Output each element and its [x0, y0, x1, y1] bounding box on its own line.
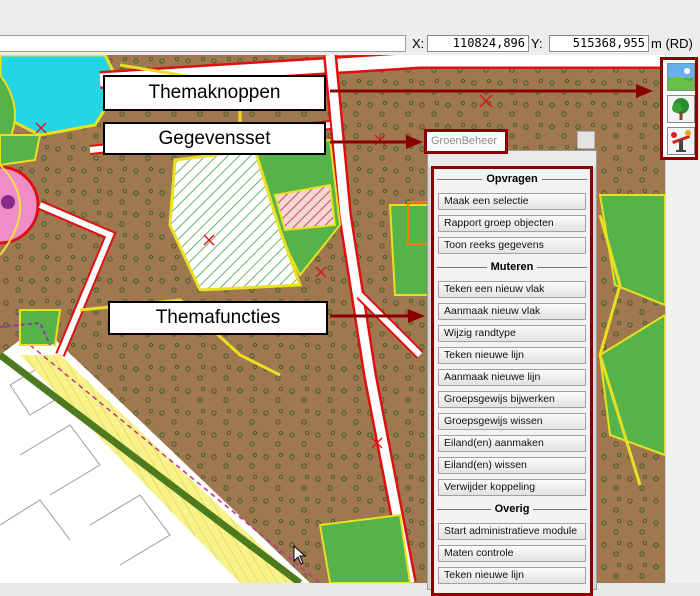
btn-groepsgewijs-wissen[interactable]: Groepsgewijs wissen — [438, 413, 586, 430]
status-strip — [0, 35, 406, 52]
theme-button-playground[interactable] — [667, 127, 695, 155]
section-title: Muteren — [486, 261, 538, 273]
btn-aanmaak-nieuw-vlak[interactable]: Aanmaak nieuw vlak — [438, 303, 586, 320]
btn-teken-nieuwe-lijn[interactable]: Teken nieuwe lijn — [438, 347, 586, 364]
callout-themafuncties: Themafuncties — [108, 301, 328, 335]
callout-gegevensset: Gegevensset — [103, 122, 326, 155]
btn-eilanden-aanmaken[interactable]: Eiland(en) aanmaken — [438, 435, 586, 452]
coord-unit-label: m (RD) — [651, 36, 693, 51]
theme-functions-panel: Opvragen Maak een selectie Rapport groep… — [431, 166, 593, 596]
btn-maten-controle[interactable]: Maten controle — [438, 545, 586, 562]
section-muteren: Muteren — [437, 259, 587, 275]
callout-themaknoppen: Themaknoppen — [103, 75, 326, 111]
panel-close-button[interactable] — [577, 131, 595, 149]
y-coord-label: Y: — [531, 36, 543, 51]
btn-teken-een-nieuw-vlak[interactable]: Teken een nieuw vlak — [438, 281, 586, 298]
btn-toon-reeks-gegevens[interactable]: Toon reeks gegevens — [438, 237, 586, 254]
btn-aanmaak-nieuwe-lijn[interactable]: Aanmaak nieuwe lijn — [438, 369, 586, 386]
x-coord-field: 110824,896 — [427, 35, 529, 52]
mouse-cursor-icon — [293, 545, 307, 565]
theme-button-landscape[interactable] — [667, 63, 695, 91]
landscape-icon — [668, 64, 694, 90]
theme-buttons-group — [660, 57, 698, 160]
dataset-selector[interactable]: GroenBeheer — [424, 129, 508, 154]
section-overig: Overig — [437, 501, 587, 517]
tree-icon — [668, 96, 694, 122]
btn-teken-nieuwe-lijn-2[interactable]: Teken nieuwe lijn — [438, 567, 586, 584]
btn-groepsgewijs-bijwerken[interactable]: Groepsgewijs bijwerken — [438, 391, 586, 408]
btn-maak-een-selectie[interactable]: Maak een selectie — [438, 193, 586, 210]
btn-verwijder-koppeling[interactable]: Verwijder koppeling — [438, 479, 586, 496]
section-title: Opvragen — [482, 173, 542, 185]
theme-button-tree[interactable] — [667, 95, 695, 123]
y-coord-field: 515368,955 — [549, 35, 649, 52]
x-coord-label: X: — [412, 36, 425, 51]
playground-icon — [668, 128, 694, 154]
btn-eilanden-wissen[interactable]: Eiland(en) wissen — [438, 457, 586, 474]
btn-rapport-groep-objecten[interactable]: Rapport groep objecten — [438, 215, 586, 232]
btn-start-administratieve-module[interactable]: Start administratieve module — [438, 523, 586, 540]
section-title: Overig — [490, 503, 534, 515]
section-opvragen: Opvragen — [437, 171, 587, 187]
btn-wijzig-randtype[interactable]: Wijzig randtype — [438, 325, 586, 342]
